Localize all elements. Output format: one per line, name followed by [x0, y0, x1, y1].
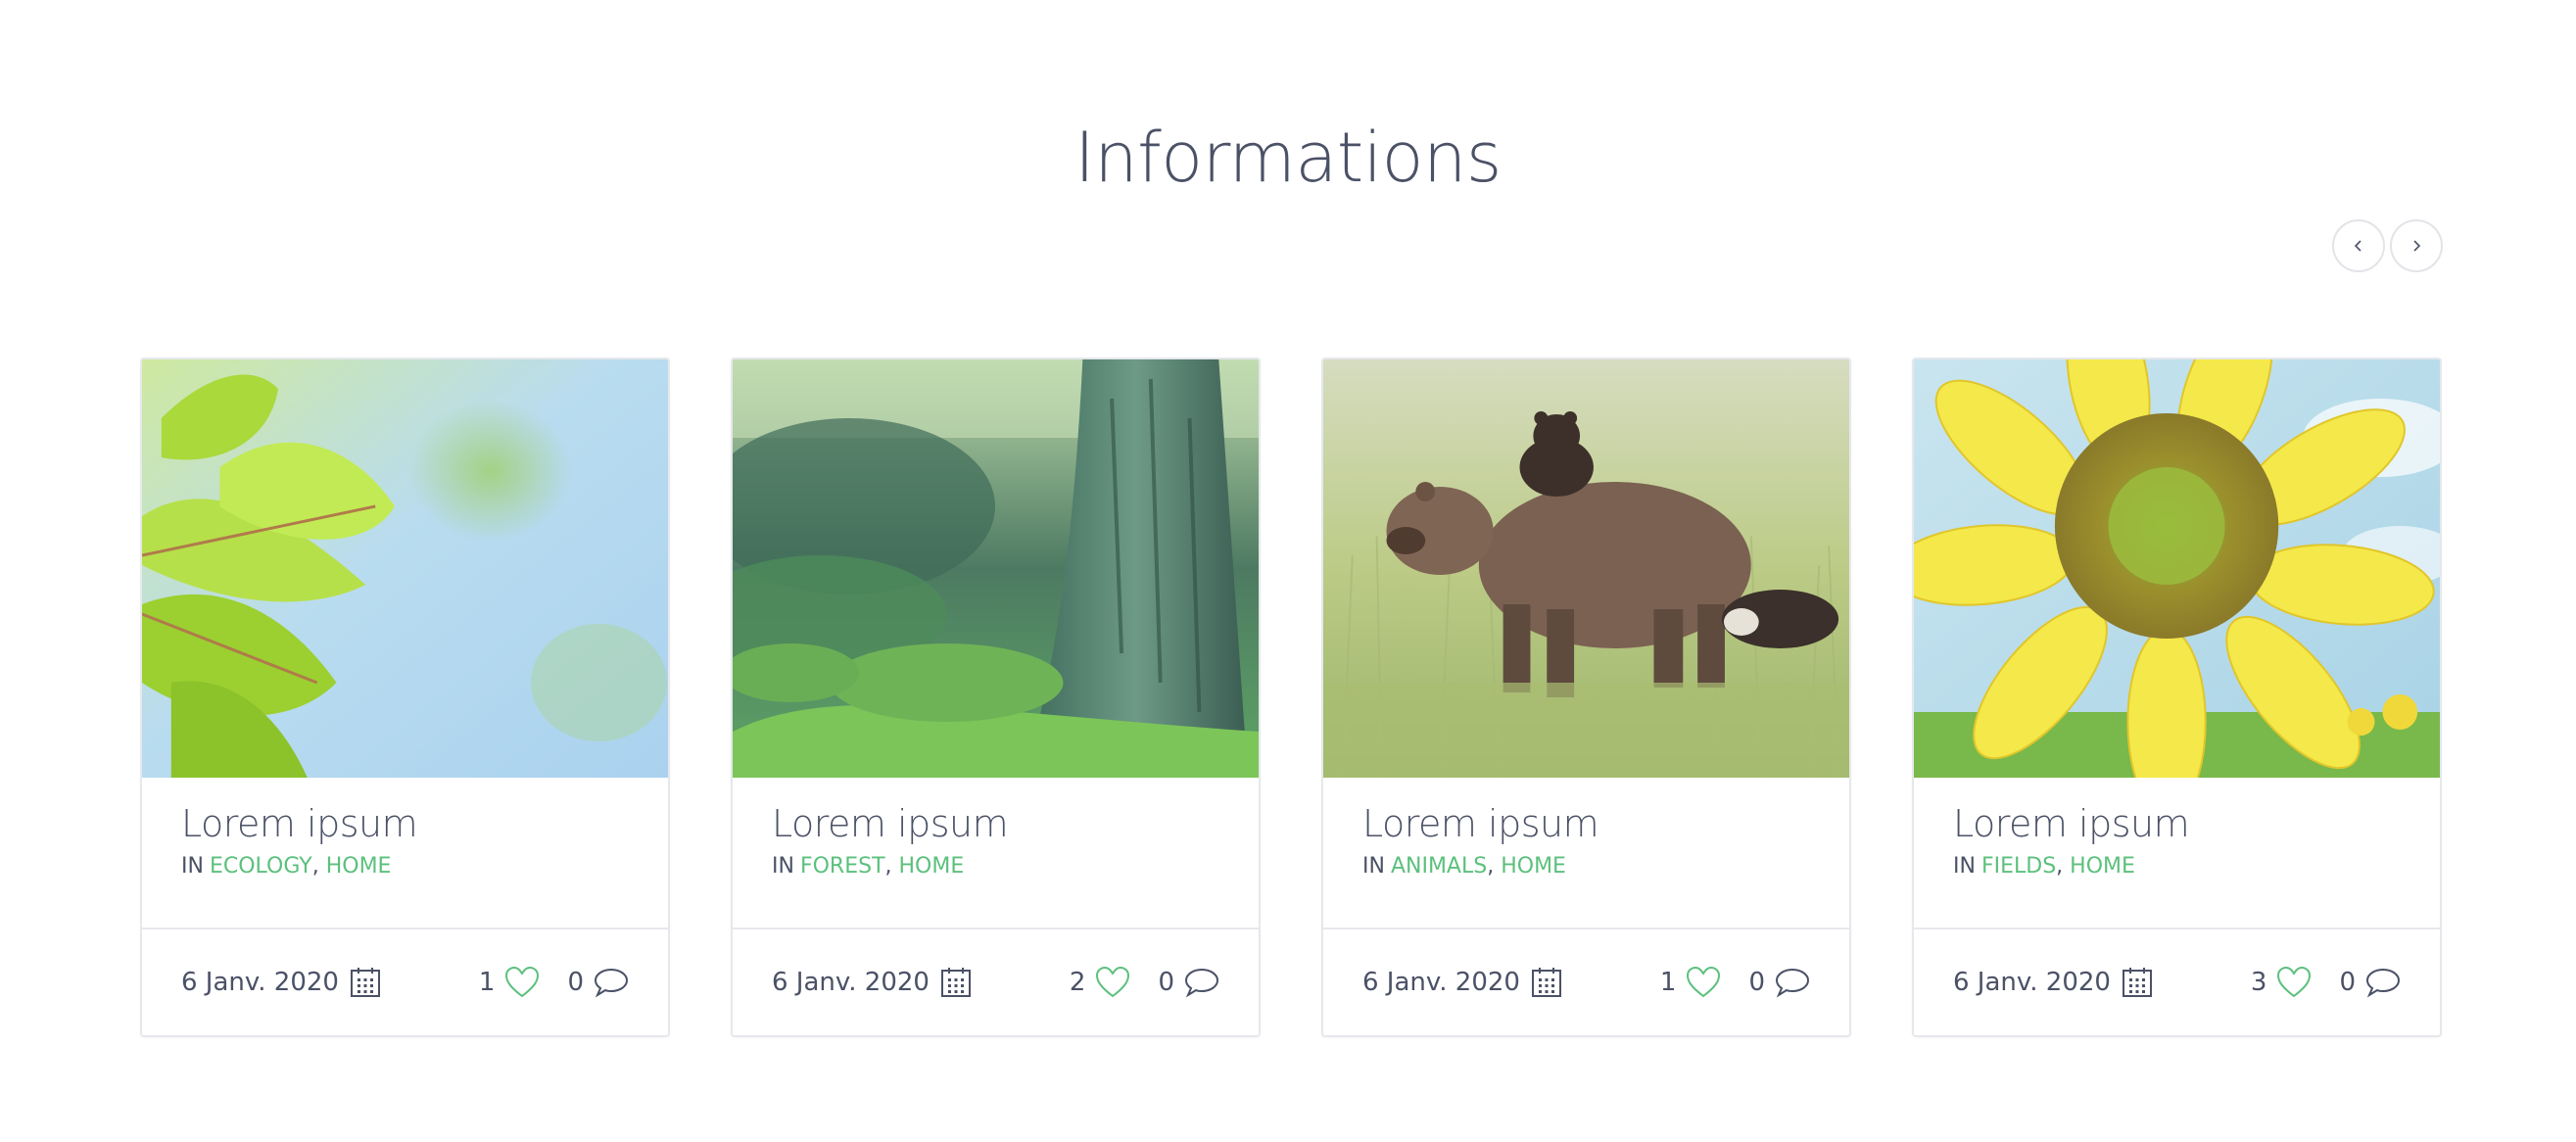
- card-categories: IN ANIMALS, HOME: [1362, 854, 1566, 879]
- comment-button[interactable]: 0: [1158, 966, 1219, 999]
- category-link[interactable]: ANIMALS: [1391, 854, 1487, 879]
- like-button[interactable]: 1: [1660, 966, 1722, 999]
- post-date: 6 Janv. 2020: [1953, 968, 2111, 997]
- comment-count: 0: [1748, 968, 1765, 997]
- heart-icon: [1096, 966, 1130, 998]
- chevron-left-icon: [2354, 240, 2361, 252]
- calendar-icon: [350, 968, 380, 997]
- category-link[interactable]: HOME: [326, 854, 392, 879]
- card-image-forest[interactable]: [733, 359, 1259, 778]
- card-title[interactable]: Lorem ipsum: [1362, 799, 1810, 848]
- post-date: 6 Janv. 2020: [772, 968, 930, 997]
- post-date: 6 Janv. 2020: [1362, 968, 1520, 997]
- category-link[interactable]: FOREST: [800, 854, 885, 879]
- in-label: IN: [181, 854, 204, 879]
- chevron-right-icon: [2413, 240, 2421, 252]
- comment-button[interactable]: 0: [567, 966, 629, 999]
- heart-icon: [1687, 966, 1721, 998]
- calendar-icon: [940, 968, 971, 997]
- like-count: 2: [1069, 968, 1086, 997]
- comment-count: 0: [567, 968, 584, 997]
- category-link[interactable]: HOME: [1501, 854, 1566, 879]
- category-link[interactable]: HOME: [899, 854, 965, 879]
- news-card[interactable]: Lorem ipsum IN FOREST, HOME 6 Janv. 2020 …: [731, 357, 1261, 1037]
- like-count: 3: [2250, 968, 2267, 997]
- heart-icon: [505, 966, 540, 998]
- in-label: IN: [772, 854, 794, 879]
- like-button[interactable]: 2: [1070, 966, 1131, 999]
- section-title: Informations: [1074, 118, 1502, 198]
- comment-icon: [2365, 968, 2401, 998]
- post-date: 6 Janv. 2020: [181, 968, 339, 997]
- card-title[interactable]: Lorem ipsum: [181, 799, 629, 848]
- news-card[interactable]: Lorem ipsum IN FIELDS, HOME 6 Janv. 2020 …: [1912, 357, 2442, 1037]
- comment-button[interactable]: 0: [2339, 966, 2401, 999]
- card-body: Lorem ipsum IN ANIMALS, HOME: [1323, 778, 1849, 929]
- card-footer: 6 Janv. 2020 1 0: [1323, 929, 1849, 1035]
- carousel-prev-button[interactable]: [2332, 219, 2385, 272]
- comment-count: 0: [2339, 968, 2356, 997]
- news-card[interactable]: Lorem ipsum IN ANIMALS, HOME 6 Janv. 2020…: [1321, 357, 1851, 1037]
- card-body: Lorem ipsum IN FOREST, HOME: [733, 778, 1259, 929]
- comment-button[interactable]: 0: [1748, 966, 1810, 999]
- card-categories: IN FIELDS, HOME: [1953, 854, 2135, 879]
- category-link[interactable]: ECOLOGY: [210, 854, 312, 879]
- card-body: Lorem ipsum IN ECOLOGY, HOME: [142, 778, 668, 929]
- comment-icon: [1775, 968, 1810, 998]
- news-card[interactable]: Lorem ipsum IN ECOLOGY, HOME 6 Janv. 2020…: [140, 357, 670, 1037]
- informations-section: Informations Lorem ipsum IN ECOLOGY, HOM…: [0, 0, 2576, 1142]
- like-button[interactable]: 1: [479, 966, 541, 999]
- card-image-leaves[interactable]: [142, 359, 668, 778]
- card-categories: IN FOREST, HOME: [772, 854, 965, 879]
- category-link[interactable]: HOME: [2070, 854, 2135, 879]
- card-footer: 6 Janv. 2020 3 0: [1914, 929, 2440, 1035]
- card-image-sunflower[interactable]: [1914, 359, 2440, 778]
- comment-icon: [1184, 968, 1219, 998]
- comment-icon: [594, 968, 629, 998]
- calendar-icon: [2122, 968, 2152, 997]
- like-count: 1: [478, 968, 496, 997]
- card-categories: IN ECOLOGY, HOME: [181, 854, 392, 879]
- calendar-icon: [1531, 968, 1561, 997]
- carousel-next-button[interactable]: [2390, 219, 2443, 272]
- card-body: Lorem ipsum IN FIELDS, HOME: [1914, 778, 2440, 929]
- card-footer: 6 Janv. 2020 2 0: [733, 929, 1259, 1035]
- bears-photo: [1323, 359, 1849, 778]
- like-count: 1: [1659, 968, 1677, 997]
- card-footer: 6 Janv. 2020 1 0: [142, 929, 668, 1035]
- card-title[interactable]: Lorem ipsum: [772, 799, 1219, 848]
- category-link[interactable]: FIELDS: [1981, 854, 2056, 879]
- forest-photo: [733, 359, 1259, 778]
- sunflower-photo: [1914, 359, 2440, 778]
- leaves-photo: [142, 359, 668, 778]
- in-label: IN: [1362, 854, 1385, 879]
- like-button[interactable]: 3: [2251, 966, 2313, 999]
- card-image-bears[interactable]: [1323, 359, 1849, 778]
- card-title[interactable]: Lorem ipsum: [1953, 799, 2401, 848]
- comment-count: 0: [1158, 968, 1174, 997]
- in-label: IN: [1953, 854, 1976, 879]
- heart-icon: [2277, 966, 2312, 998]
